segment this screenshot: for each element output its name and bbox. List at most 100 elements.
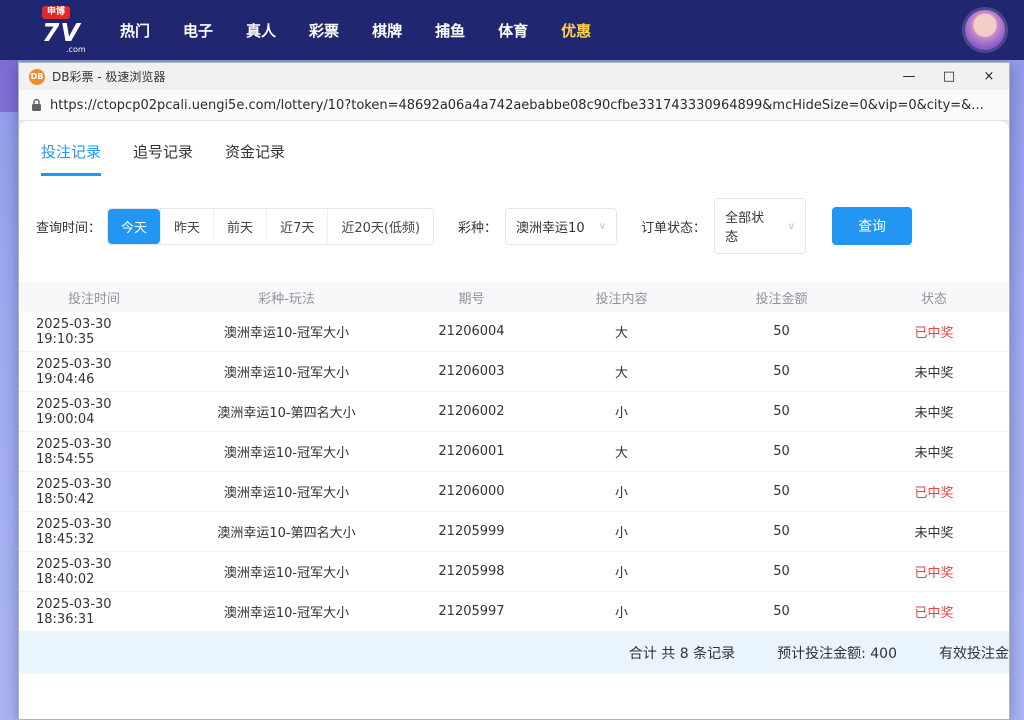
time-filter-option[interactable]: 前天 xyxy=(213,209,266,244)
lock-icon xyxy=(31,98,42,112)
cell-bet-content: 大 xyxy=(539,442,704,461)
db-favicon: DB xyxy=(29,69,45,85)
cell-play-type: 澳洲幸运10-第四名大小 xyxy=(169,402,404,421)
site-logo[interactable]: 申博 7V .com xyxy=(42,6,102,54)
cell-bet-time: 2025-03-30 18:45:32 xyxy=(19,517,169,547)
nav-item[interactable]: 彩票 xyxy=(309,20,339,41)
table-body: 2025-03-30 19:10:35澳洲幸运10-冠军大小21206004大5… xyxy=(19,312,1009,632)
status-select-value: 全部状态 xyxy=(725,207,776,245)
cell-bet-amount: 50 xyxy=(704,524,859,539)
cell-status: 已中奖 xyxy=(859,562,1009,581)
lottery-select-value: 澳洲幸运10 xyxy=(516,217,585,236)
summary-bar: 合计 共 8 条记录 预计投注金额: 400 有效投注金 xyxy=(19,632,1009,674)
status-filter-label: 订单状态： xyxy=(641,217,706,236)
cell-bet-content: 大 xyxy=(539,362,704,381)
page-content: 投注记录追号记录资金记录 查询时间： 今天昨天前天近7天近20天(低频) 彩种：… xyxy=(19,121,1009,719)
cell-status: 未中奖 xyxy=(859,442,1009,461)
nav-item[interactable]: 体育 xyxy=(498,20,528,41)
time-filter-group: 今天昨天前天近7天近20天(低频) xyxy=(107,208,434,245)
cell-status: 已中奖 xyxy=(859,322,1009,341)
cell-issue-number: 21206003 xyxy=(404,364,539,379)
cell-issue-number: 21205999 xyxy=(404,524,539,539)
cell-bet-amount: 50 xyxy=(704,484,859,499)
cell-status: 未中奖 xyxy=(859,402,1009,421)
cell-play-type: 澳洲幸运10-冠军大小 xyxy=(169,562,404,581)
nav-item[interactable]: 优惠 xyxy=(561,20,591,41)
time-filter-option[interactable]: 近20天(低频) xyxy=(327,209,433,244)
browser-titlebar: DB DB彩票 - 极速浏览器 — □ × xyxy=(19,63,1009,90)
time-filter-option[interactable]: 近7天 xyxy=(266,209,327,244)
tab-item[interactable]: 资金记录 xyxy=(225,141,285,176)
table-row: 2025-03-30 19:00:04澳洲幸运10-第四名大小21206002小… xyxy=(19,392,1009,432)
table-header-cell: 投注内容 xyxy=(539,288,704,307)
cell-issue-number: 21205997 xyxy=(404,604,539,619)
cell-bet-content: 小 xyxy=(539,602,704,621)
table-header-cell: 彩种-玩法 xyxy=(169,288,404,307)
nav-item[interactable]: 捕鱼 xyxy=(435,20,465,41)
nav-item[interactable]: 电子 xyxy=(183,20,213,41)
table-header-cell: 投注金额 xyxy=(704,288,859,307)
window-controls: — □ × xyxy=(889,63,1009,90)
cell-bet-amount: 50 xyxy=(704,324,859,339)
cell-bet-amount: 50 xyxy=(704,404,859,419)
cell-bet-amount: 50 xyxy=(704,604,859,619)
cell-bet-content: 小 xyxy=(539,402,704,421)
search-button[interactable]: 查询 xyxy=(832,207,912,245)
cell-issue-number: 21206001 xyxy=(404,444,539,459)
bet-records-table: 投注时间彩种-玩法期号投注内容投注金额状态 2025-03-30 19:10:3… xyxy=(19,282,1009,674)
cell-status: 已中奖 xyxy=(859,602,1009,621)
table-row: 2025-03-30 18:54:55澳洲幸运10-冠军大小21206001大5… xyxy=(19,432,1009,472)
cell-bet-content: 小 xyxy=(539,562,704,581)
chevron-down-icon: ∨ xyxy=(599,221,606,232)
tab-item[interactable]: 追号记录 xyxy=(133,141,193,176)
cell-issue-number: 21206004 xyxy=(404,324,539,339)
minimize-button[interactable]: — xyxy=(889,63,929,90)
top-navigation: 申博 7V .com 热门 电子 真人 彩票 棋牌 捕鱼 体育 优惠 xyxy=(0,0,1024,60)
cell-issue-number: 21205998 xyxy=(404,564,539,579)
cell-status: 已中奖 xyxy=(859,482,1009,501)
table-row: 2025-03-30 18:50:42澳洲幸运10-冠军大小21206000小5… xyxy=(19,472,1009,512)
table-header-cell: 投注时间 xyxy=(19,288,169,307)
cell-status: 未中奖 xyxy=(859,522,1009,541)
nav-item[interactable]: 真人 xyxy=(246,20,276,41)
cell-bet-time: 2025-03-30 18:40:02 xyxy=(19,557,169,587)
record-tabs: 投注记录追号记录资金记录 xyxy=(19,121,1009,176)
cell-bet-time: 2025-03-30 18:50:42 xyxy=(19,477,169,507)
lottery-select[interactable]: 澳洲幸运10 ∨ xyxy=(505,208,617,245)
tab-active[interactable]: 投注记录 xyxy=(41,141,101,176)
cell-play-type: 澳洲幸运10-冠军大小 xyxy=(169,442,404,461)
filter-bar: 查询时间： 今天昨天前天近7天近20天(低频) 彩种： 澳洲幸运10 ∨ 订单状… xyxy=(19,198,1009,254)
url-field[interactable]: https://ctopcp02pcali.uengi5e.com/lotter… xyxy=(50,98,1009,113)
summary-expected-amount: 预计投注金额: 400 xyxy=(777,643,897,663)
cell-status: 未中奖 xyxy=(859,362,1009,381)
table-row: 2025-03-30 18:36:31澳洲幸运10-冠军大小21205997小5… xyxy=(19,592,1009,632)
cell-play-type: 澳洲幸运10-第四名大小 xyxy=(169,522,404,541)
table-row: 2025-03-30 18:40:02澳洲幸运10-冠军大小21205998小5… xyxy=(19,552,1009,592)
cell-bet-time: 2025-03-30 18:36:31 xyxy=(19,597,169,627)
cell-bet-content: 大 xyxy=(539,322,704,341)
nav-item[interactable]: 热门 xyxy=(120,20,150,41)
cell-play-type: 澳洲幸运10-冠军大小 xyxy=(169,362,404,381)
cell-play-type: 澳洲幸运10-冠军大小 xyxy=(169,322,404,341)
order-status-select[interactable]: 全部状态 ∨ xyxy=(714,198,806,254)
nav-item[interactable]: 棋牌 xyxy=(372,20,402,41)
maximize-button[interactable]: □ xyxy=(929,63,969,90)
table-row: 2025-03-30 19:04:46澳洲幸运10-冠军大小21206003大5… xyxy=(19,352,1009,392)
user-avatar[interactable] xyxy=(964,9,1006,51)
table-header-cell: 期号 xyxy=(404,288,539,307)
chevron-down-icon: ∨ xyxy=(788,221,795,232)
cell-bet-content: 小 xyxy=(539,522,704,541)
time-filter-option[interactable]: 今天 xyxy=(108,209,160,244)
cell-bet-content: 小 xyxy=(539,482,704,501)
cell-bet-time: 2025-03-30 19:04:46 xyxy=(19,357,169,387)
time-filter-label: 查询时间： xyxy=(36,217,101,236)
time-filter-option[interactable]: 昨天 xyxy=(160,209,213,244)
cell-issue-number: 21206000 xyxy=(404,484,539,499)
cell-bet-time: 2025-03-30 19:10:35 xyxy=(19,317,169,347)
cell-play-type: 澳洲幸运10-冠军大小 xyxy=(169,602,404,621)
close-button[interactable]: × xyxy=(969,63,1009,90)
window-title: DB彩票 - 极速浏览器 xyxy=(52,68,165,85)
cell-bet-time: 2025-03-30 18:54:55 xyxy=(19,437,169,467)
cell-play-type: 澳洲幸运10-冠军大小 xyxy=(169,482,404,501)
cell-bet-amount: 50 xyxy=(704,364,859,379)
